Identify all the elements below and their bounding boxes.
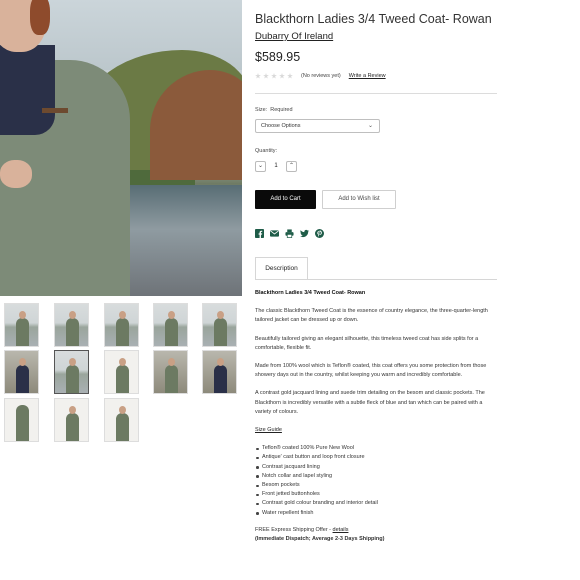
star-icon — [279, 73, 285, 79]
thumbnail-head — [69, 358, 76, 366]
shipping-details-link[interactable]: details — [333, 527, 349, 533]
thumbnail-head — [119, 311, 126, 319]
thumbnail-selected[interactable] — [54, 350, 89, 394]
image-hand — [0, 160, 32, 188]
thumbnail-head — [119, 358, 126, 366]
thumbnail-figure — [116, 365, 129, 393]
image-hair — [30, 0, 50, 35]
thumbnail[interactable] — [104, 398, 139, 442]
thumbnail[interactable] — [4, 398, 39, 442]
star-icon — [255, 73, 261, 79]
thumbnail-head — [19, 358, 26, 366]
image-pocket-patch — [42, 108, 68, 113]
tab-description[interactable]: Description — [255, 257, 308, 280]
thumbnail[interactable] — [153, 303, 188, 347]
feature-item: Front jetted buttonholes — [255, 490, 499, 499]
share-icons — [255, 229, 324, 238]
thumbnail-head — [168, 358, 175, 366]
star-rating — [255, 73, 293, 79]
twitter-icon[interactable] — [300, 229, 309, 238]
description-panel: Blackthorn Ladies 3/4 Tweed Coat- Rowan … — [255, 289, 499, 553]
divider — [255, 93, 497, 94]
write-review-link[interactable]: Write a Review — [349, 73, 386, 79]
feature-list: Teflon® coated 100% Pure New Wool Antiqu… — [255, 444, 499, 518]
thumbnail-figure — [66, 413, 79, 441]
product-price: $589.95 — [255, 50, 301, 64]
size-guide-link[interactable]: Size Guide — [255, 427, 282, 433]
feature-item: Notch collar and lapel styling — [255, 472, 499, 481]
required-indicator: Required — [270, 107, 293, 113]
feature-item: Contrast gold colour branding and interi… — [255, 499, 499, 508]
thumbnail-figure — [66, 318, 79, 346]
thumbnail-figure — [16, 405, 29, 441]
thumbnail-figure — [116, 413, 129, 441]
shipping-offer-text: FREE Express Shipping Offer - — [255, 526, 333, 533]
thumbnail-figure — [16, 365, 29, 393]
facebook-icon[interactable] — [255, 229, 264, 238]
reviews-count: (No reviews yet) — [301, 73, 341, 79]
dispatch-note: (Immediate Dispatch; Average 2-3 Days Sh… — [255, 536, 385, 543]
thumbnail-head — [69, 406, 76, 414]
thumbnail-figure — [165, 365, 178, 393]
size-label: Size: Required — [255, 107, 293, 113]
feature-item: Water repellent finish — [255, 509, 499, 518]
description-paragraph: Beautifully tailored giving an elegant s… — [255, 335, 479, 351]
pinterest-icon[interactable] — [315, 229, 324, 238]
feature-item: Besom pockets — [255, 481, 499, 490]
feature-item: Contrast jacquard lining — [255, 463, 499, 472]
thumbnail[interactable] — [4, 303, 39, 347]
thumbnail-head — [69, 311, 76, 319]
image-sweater — [0, 45, 55, 135]
thumbnail[interactable] — [54, 398, 89, 442]
product-title: Blackthorn Ladies 3/4 Tweed Coat- Rowan — [255, 12, 492, 26]
quantity-label: Quantity: — [255, 148, 278, 154]
description-paragraph: A contrast gold jacquard lining and sued… — [255, 390, 485, 415]
thumbnail-figure — [16, 318, 29, 346]
feature-item: Teflon® coated 100% Pure New Wool — [255, 444, 499, 453]
thumbnail-head — [19, 311, 26, 319]
thumbnail[interactable] — [202, 350, 237, 394]
description-paragraph: The classic Blackthorn Tweed Coat is the… — [255, 308, 488, 324]
increase-quantity-button[interactable]: ⌃ — [286, 160, 297, 172]
chevron-down-icon: ⌄ — [367, 123, 373, 129]
thumbnail[interactable] — [104, 350, 139, 394]
thumbnail-figure — [214, 365, 227, 393]
thumbnail[interactable] — [4, 350, 39, 394]
thumbnail[interactable] — [202, 303, 237, 347]
thumbnail-head — [168, 311, 175, 319]
tab-divider — [255, 279, 497, 280]
thumbnail-figure — [214, 318, 227, 346]
quantity-stepper: ⌄ 1 ⌃ — [255, 160, 297, 172]
size-select[interactable]: Choose Options ⌄ — [255, 119, 380, 133]
thumbnail-head — [217, 311, 224, 319]
add-to-cart-button[interactable]: Add to Cart — [255, 190, 316, 209]
star-icon — [271, 73, 277, 79]
rating-row: (No reviews yet) Write a Review — [255, 71, 386, 81]
thumbnail[interactable] — [104, 303, 139, 347]
size-label-text: Size: — [255, 107, 268, 113]
thumbnail-figure — [165, 318, 178, 346]
feature-item: Antique' cast button and loop front clos… — [255, 453, 499, 462]
brand-link[interactable]: Dubarry Of Ireland — [255, 31, 333, 42]
thumbnail-head — [217, 358, 224, 366]
description-heading: Blackthorn Ladies 3/4 Tweed Coat- Rowan — [255, 290, 366, 296]
add-to-wishlist-button[interactable]: Add to Wish list — [322, 190, 396, 209]
thumbnail-head — [119, 406, 126, 414]
product-main-image[interactable] — [0, 0, 242, 296]
decrease-quantity-button[interactable]: ⌄ — [255, 160, 266, 172]
quantity-input[interactable]: 1 — [266, 163, 286, 169]
thumbnail[interactable] — [153, 350, 188, 394]
size-select-value: Choose Options — [261, 123, 301, 129]
print-icon[interactable] — [285, 229, 294, 238]
thumbnail-figure — [66, 365, 79, 393]
description-paragraph: Made from 100% wool which is Teflon® coa… — [255, 363, 487, 379]
star-icon — [263, 73, 269, 79]
thumbnail-figure — [116, 318, 129, 346]
star-icon — [287, 73, 293, 79]
thumbnail[interactable] — [54, 303, 89, 347]
shipping-offer: FREE Express Shipping Offer - details — [255, 526, 499, 535]
email-icon[interactable] — [270, 229, 279, 238]
